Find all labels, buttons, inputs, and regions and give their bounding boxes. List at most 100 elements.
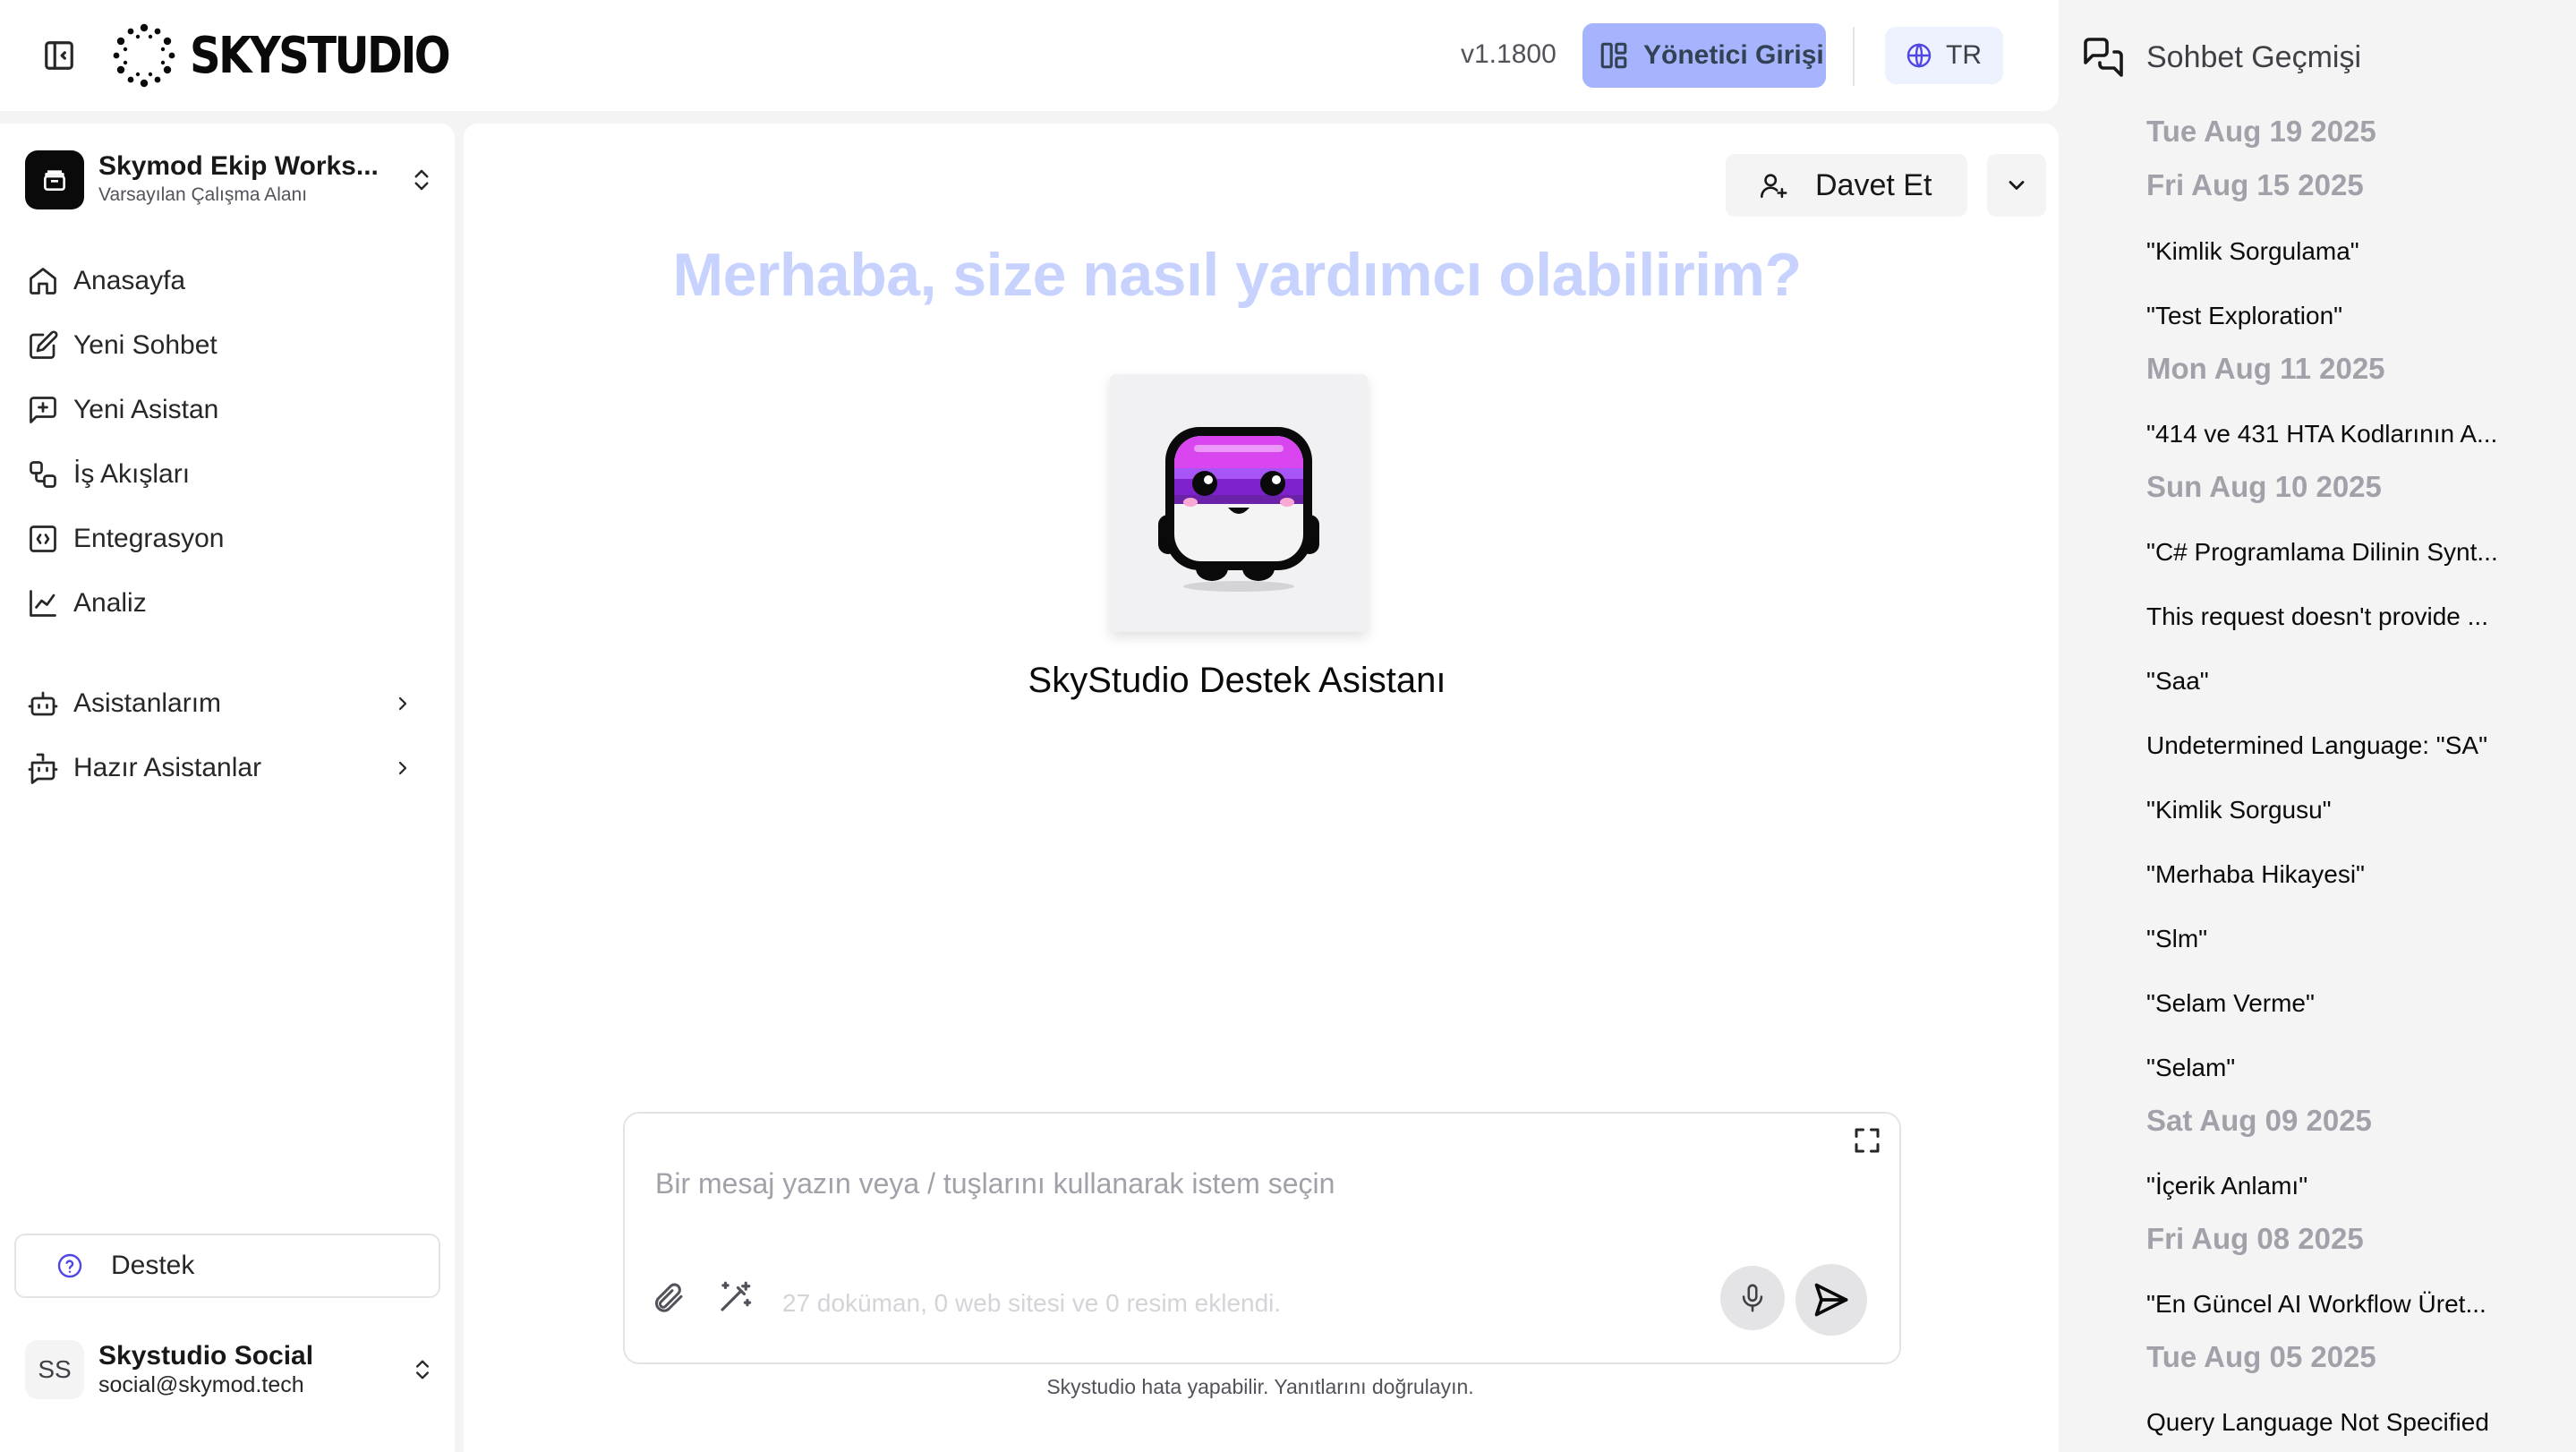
invite-label: Davet Et: [1815, 167, 1932, 202]
nav-label: Asistanlarım: [73, 688, 222, 718]
history-item[interactable]: "Kimlik Sorgulama": [2146, 237, 2359, 266]
chevrons-up-down-icon: [414, 169, 429, 191]
history-date: Mon Aug 11 2025: [2146, 352, 2385, 385]
nav-item-ready-assistants[interactable]: Hazır Asistanlar: [27, 743, 430, 793]
send-button[interactable]: [1796, 1264, 1867, 1336]
sidebar: Skymod Ekip Works... Varsayılan Çalışma …: [0, 124, 455, 1452]
history-item[interactable]: "Test Exploration": [2146, 302, 2342, 330]
workspace-switcher[interactable]: Skymod Ekip Works... Varsayılan Çalışma …: [25, 147, 435, 213]
nav-item-home[interactable]: Anasayfa: [27, 256, 430, 306]
nav-label: Yeni Sohbet: [73, 330, 218, 360]
user-menu[interactable]: SS Skystudio Social social@skymod.tech: [25, 1334, 435, 1405]
bot-message-icon: [28, 753, 58, 784]
nav-label: Anasayfa: [73, 266, 186, 295]
home-icon: [30, 268, 56, 295]
history-item[interactable]: "Saa": [2146, 667, 2209, 696]
chat-history-panel: Sohbet Geçmişi Tue Aug 19 2025 Fri Aug 1…: [2059, 0, 2576, 1452]
workflow-icon: [30, 461, 56, 488]
history-item[interactable]: "Selam Verme": [2146, 989, 2315, 1018]
paperclip-icon[interactable]: [650, 1280, 686, 1316]
user-email: social@skymod.tech: [98, 1372, 304, 1397]
nav-label: Hazır Asistanlar: [73, 753, 262, 782]
user-name: Skystudio Social: [98, 1341, 314, 1371]
sidebar-toggle-button[interactable]: [36, 36, 82, 75]
support-label: Destek: [111, 1251, 195, 1280]
assistant-avatar[interactable]: [1110, 374, 1368, 632]
workspace-subtitle: Varsayılan Çalışma Alanı: [98, 184, 308, 205]
history-item[interactable]: "Kimlik Sorgusu": [2146, 796, 2332, 824]
nav-label: Entegrasyon: [73, 524, 225, 553]
nav-item-new-chat[interactable]: Yeni Sohbet: [27, 320, 430, 371]
nav-item-analysis[interactable]: Analiz: [27, 578, 430, 628]
workspace-avatar: [25, 150, 84, 209]
history-item[interactable]: "Slm": [2146, 925, 2207, 953]
archive-icon: [44, 170, 65, 191]
robot-mascot-icon: [1158, 427, 1319, 592]
globe-icon: [1906, 43, 1932, 68]
history-item[interactable]: Undetermined Language: "SA": [2146, 731, 2487, 760]
history-item[interactable]: "Merhaba Hikayesi": [2146, 860, 2365, 889]
support-button[interactable]: Destek: [14, 1234, 440, 1298]
nav-label: Yeni Asistan: [73, 395, 219, 424]
nav-item-my-assistants[interactable]: Asistanlarım: [27, 679, 430, 729]
history-item[interactable]: Query Language Not Specified: [2146, 1408, 2489, 1437]
integration-icon: [30, 525, 56, 552]
divider: [1853, 27, 1855, 86]
top-bar: SKYSTUDIO v1.1800 Yönetici Girişi TR: [0, 0, 2059, 111]
history-date: Tue Aug 19 2025: [2146, 115, 2376, 148]
chart-line-icon: [30, 590, 56, 617]
main-panel: Davet Et Merhaba, size nasıl yardımcı ol…: [464, 124, 2059, 1452]
chevron-down-icon: [2009, 181, 2025, 190]
language-button[interactable]: TR: [1885, 27, 2003, 84]
logo-text: SKYSTUDIO: [190, 26, 451, 85]
history-item[interactable]: "Selam": [2146, 1054, 2235, 1082]
chevron-right-icon: [398, 696, 407, 711]
history-item[interactable]: "C# Programlama Dilinin Synt...: [2146, 538, 2498, 567]
admin-login-button[interactable]: Yönetici Girişi: [1582, 23, 1826, 88]
messages-icon: [2084, 38, 2123, 77]
edit-icon: [30, 330, 58, 359]
logo-mark-icon: [113, 23, 175, 88]
chevron-right-icon: [398, 761, 407, 775]
panel-left-icon: [45, 41, 73, 70]
nav-label: Analiz: [73, 588, 147, 618]
nav-label: İş Akışları: [73, 459, 191, 489]
magic-wand-icon[interactable]: [716, 1278, 754, 1316]
history-date: Sat Aug 09 2025: [2146, 1104, 2372, 1137]
history-date: Fri Aug 15 2025: [2146, 168, 2364, 201]
document-status: 27 doküman, 0 web sitesi ve 0 resim ekle…: [782, 1289, 1282, 1317]
history-date: Tue Aug 05 2025: [2146, 1340, 2376, 1373]
avatar: SS: [25, 1340, 84, 1399]
history-item[interactable]: "414 ve 431 HTA Kodlarının A...: [2146, 420, 2497, 448]
greeting-heading: Merhaba, size nasıl yardımcı olabilirim?: [672, 241, 1802, 309]
history-date: Fri Aug 08 2025: [2146, 1222, 2364, 1255]
microphone-button[interactable]: [1720, 1266, 1785, 1330]
version-label: v1.1800: [1461, 39, 1557, 69]
chat-history-title: Sohbet Geçmişi: [2146, 39, 2361, 74]
chevrons-up-down-icon: [416, 1360, 429, 1379]
disclaimer-text: Skystudio hata yapabilir. Yanıtlarını do…: [1046, 1375, 1474, 1398]
admin-login-label: Yönetici Girişi: [1643, 40, 1824, 70]
send-icon: [1814, 1283, 1848, 1317]
microphone-icon: [1742, 1284, 1763, 1312]
invite-button[interactable]: Davet Et: [1726, 154, 1967, 217]
history-item[interactable]: This request doesn't provide ...: [2146, 602, 2488, 631]
user-plus-icon: [1760, 174, 1787, 199]
bot-icon: [28, 691, 58, 716]
message-input[interactable]: [653, 1160, 1821, 1207]
nav-item-integration[interactable]: Entegrasyon: [27, 514, 430, 564]
expand-icon[interactable]: [1851, 1124, 1883, 1157]
chat-history-header: Sohbet Geçmişi: [2082, 36, 2361, 79]
nav-item-workflows[interactable]: İş Akışları: [27, 449, 430, 500]
history-item[interactable]: "İçerik Anlamı": [2146, 1172, 2307, 1200]
layout-dashboard-icon: [1600, 42, 1627, 69]
assistant-name: SkyStudio Destek Asistanı: [1028, 661, 1446, 700]
history-item[interactable]: "En Güncel AI Workflow Üret...: [2146, 1290, 2486, 1319]
logo[interactable]: SKYSTUDIO: [111, 21, 490, 90]
history-date: Sun Aug 10 2025: [2146, 470, 2382, 503]
invite-dropdown-button[interactable]: [1987, 154, 2046, 217]
message-composer: 27 doküman, 0 web sitesi ve 0 resim ekle…: [623, 1112, 1901, 1364]
language-label: TR: [1946, 40, 1982, 70]
nav-item-new-assistant[interactable]: Yeni Asistan: [27, 385, 430, 435]
help-circle-icon: [57, 1253, 82, 1278]
